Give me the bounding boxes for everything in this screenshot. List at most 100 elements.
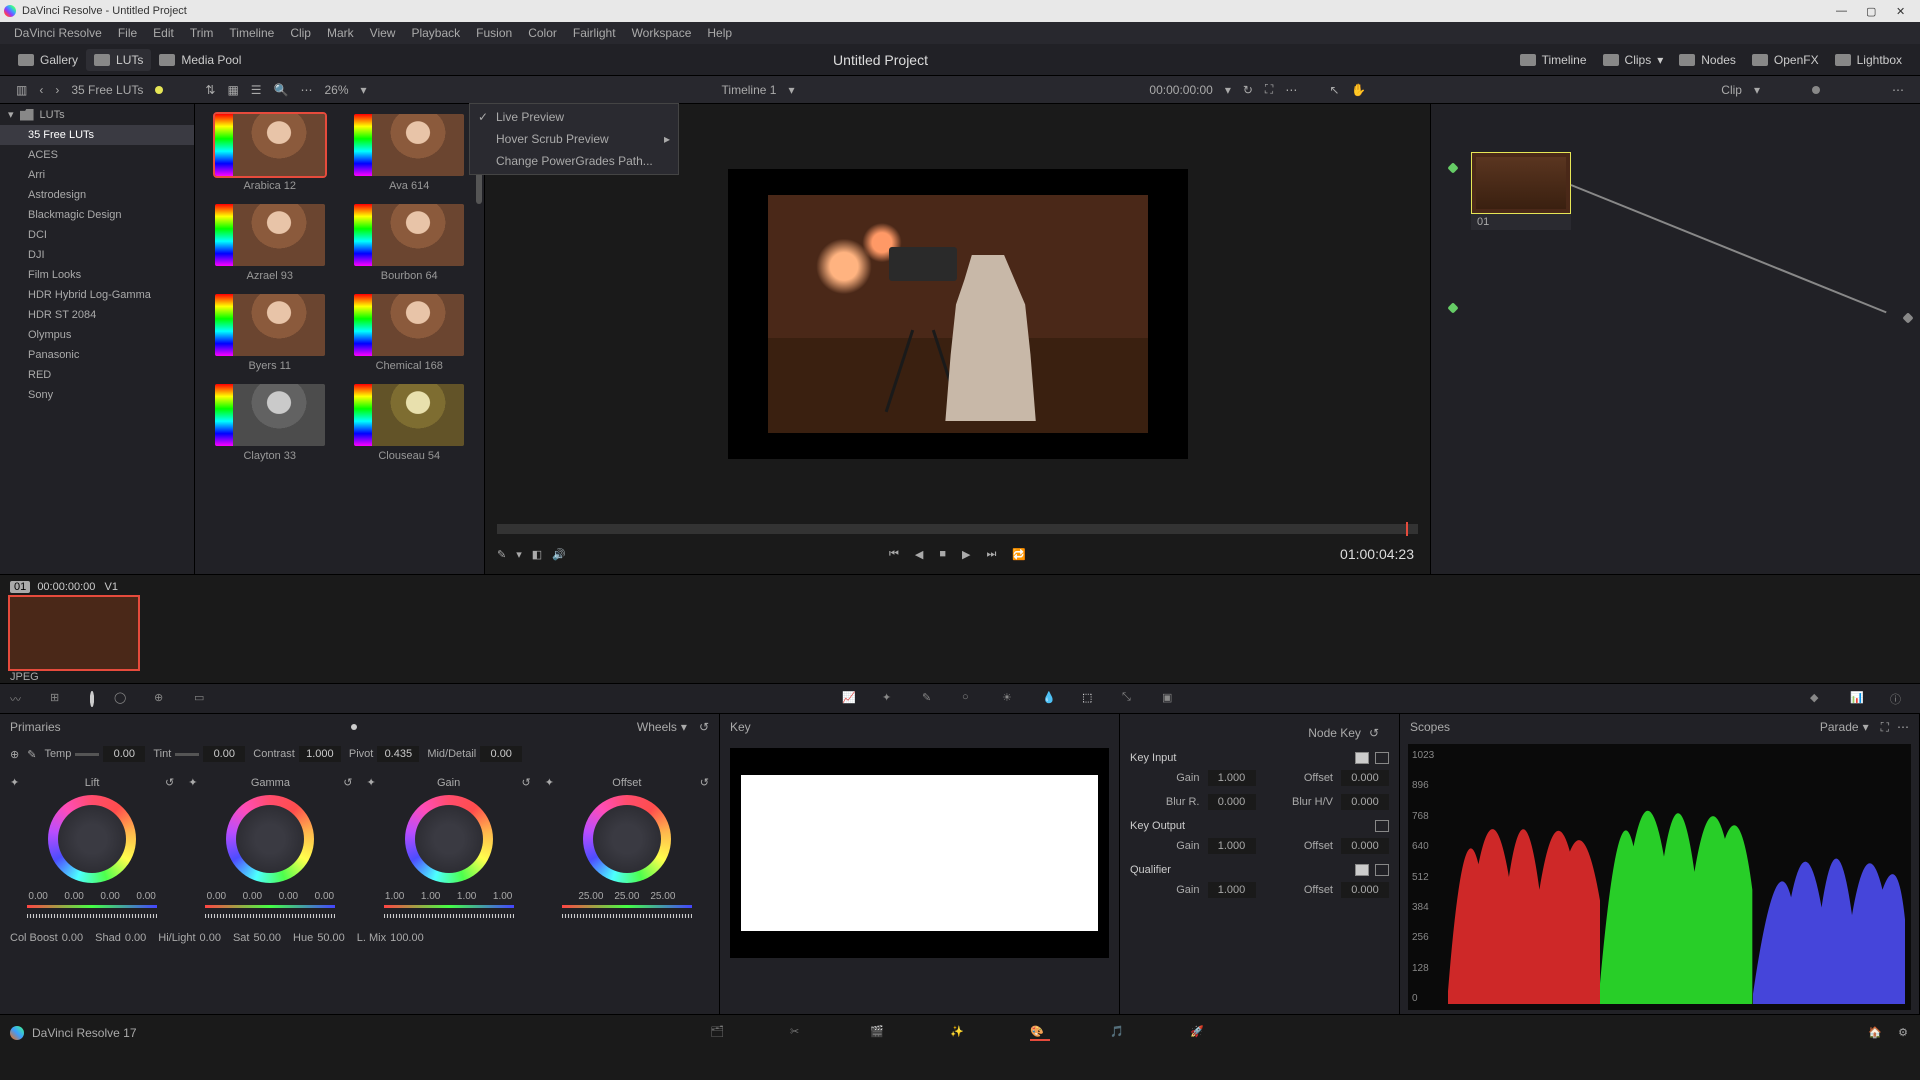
keyframe-icon[interactable]: ◆ [1810, 691, 1830, 707]
lut-tree-item[interactable]: HDR Hybrid Log-Gamma [0, 285, 194, 305]
lut-item[interactable]: Clouseau 54 [349, 384, 471, 462]
lut-tree-item[interactable]: Blackmagic Design [0, 205, 194, 225]
3d-icon[interactable]: ▣ [1162, 691, 1182, 707]
lut-tree-item[interactable]: DJI [0, 245, 194, 265]
lut-tree-item[interactable]: Astrodesign [0, 185, 194, 205]
menu-live-preview[interactable]: Live Preview [470, 106, 678, 128]
tracking-icon[interactable]: ⊕ [154, 691, 174, 707]
wheel-value[interactable]: 0.00 [237, 891, 267, 902]
chevron-down-icon[interactable]: ▾ [681, 720, 687, 734]
master-wheel[interactable] [562, 914, 692, 918]
wheel-value[interactable]: 25.00 [576, 891, 606, 902]
wipe-icon[interactable]: ◧ [532, 548, 542, 561]
wheel-value[interactable]: 0.00 [59, 891, 89, 902]
wheel-value[interactable]: 1.00 [380, 891, 410, 902]
node[interactable]: 01 [1471, 152, 1571, 230]
minimize-button[interactable]: — [1836, 5, 1848, 17]
gallery-button[interactable]: Gallery [10, 49, 86, 71]
lut-item[interactable]: Bourbon 64 [349, 204, 471, 282]
fairlight-page-icon[interactable]: 🎵 [1110, 1025, 1130, 1041]
lut-tree-item[interactable]: ACES [0, 145, 194, 165]
menu-playback[interactable]: Playback [403, 26, 468, 40]
picker-icon[interactable]: ✎ [497, 548, 506, 561]
tracker-icon[interactable]: ☀ [1002, 691, 1022, 707]
qualifier2-icon[interactable]: ✎ [922, 691, 942, 707]
play-button[interactable]: ▶ [962, 548, 970, 561]
qualifier-icon[interactable] [90, 693, 94, 705]
master-wheel[interactable] [27, 914, 157, 918]
key-gain2[interactable]: 1.000 [1208, 838, 1256, 854]
target-icon[interactable]: ✦ [367, 776, 376, 789]
viewer-timecode[interactable]: 00:00:00:00 [1143, 83, 1218, 97]
timeline-name[interactable]: Timeline 1 [716, 83, 783, 97]
q-invert-icon[interactable] [1375, 864, 1389, 876]
wheel-value[interactable]: 0.00 [131, 891, 161, 902]
color-wheel[interactable] [48, 795, 136, 883]
color-page-icon[interactable]: 🎨 [1030, 1025, 1050, 1041]
info-icon[interactable]: ⓘ [1890, 691, 1910, 707]
lut-item[interactable]: Chemical 168 [349, 294, 471, 372]
invert-icon[interactable] [1375, 752, 1389, 764]
matte-icon[interactable] [1355, 752, 1369, 764]
node-output-icon[interactable] [1902, 312, 1913, 323]
timeline-button[interactable]: Timeline [1512, 49, 1595, 71]
lut-tree-item[interactable]: 35 Free LUTs [0, 125, 194, 145]
viewer-scrubber[interactable] [497, 524, 1418, 534]
hue-value[interactable]: 50.00 [317, 932, 345, 944]
lut-item[interactable]: Byers 11 [209, 294, 331, 372]
reset-icon[interactable]: ↺ [699, 720, 709, 734]
blur-icon[interactable]: 💧 [1042, 691, 1062, 707]
chevron-down-icon[interactable]: ▾ [782, 83, 800, 97]
zoom-level[interactable]: 26% [319, 83, 355, 97]
chevron-down-icon[interactable]: ▾ [1748, 83, 1766, 97]
list-view-icon[interactable]: ☰ [245, 83, 268, 97]
key-offset2[interactable]: 0.000 [1341, 838, 1389, 854]
menu-view[interactable]: View [362, 26, 404, 40]
nav-fwd-icon[interactable]: › [49, 83, 65, 97]
loop-button[interactable]: 🔁 [1012, 548, 1026, 561]
wheels-mode[interactable]: Wheels [637, 720, 677, 734]
sidebar-toggle-icon[interactable]: ▥ [10, 83, 33, 97]
wheel-value[interactable]: 0.00 [273, 891, 303, 902]
lut-item[interactable]: Clayton 33 [209, 384, 331, 462]
menu-clip[interactable]: Clip [282, 26, 319, 40]
color-wheel[interactable] [405, 795, 493, 883]
wheel-value[interactable]: 0.00 [201, 891, 231, 902]
lut-tree-item[interactable]: Panasonic [0, 345, 194, 365]
chevron-down-icon[interactable]: ▾ [355, 83, 373, 97]
reset-icon[interactable]: ↺ [1369, 726, 1379, 740]
lut-tree-item[interactable]: Olympus [0, 325, 194, 345]
media-page-icon[interactable]: 🗂 [710, 1025, 730, 1041]
last-frame-button[interactable]: ⏭ [986, 548, 996, 561]
stop-button[interactable]: ■ [939, 548, 946, 560]
key-offset3[interactable]: 0.000 [1341, 882, 1389, 898]
audio-icon[interactable]: 🔊 [552, 548, 566, 561]
reset-icon[interactable]: ↺ [700, 776, 709, 789]
expand-icon[interactable]: ⛶ [1259, 82, 1279, 97]
scopes-mode[interactable]: Parade [1820, 720, 1859, 734]
temp-value[interactable]: 0.00 [103, 746, 145, 762]
node-input-icon[interactable] [1447, 162, 1458, 173]
target-icon[interactable]: ✦ [10, 776, 19, 789]
lut-item[interactable]: Ava 614 [349, 114, 471, 192]
search-icon[interactable]: 🔍 [268, 83, 295, 97]
lut-tree-item[interactable]: Sony [0, 385, 194, 405]
warper2-icon[interactable]: ✦ [882, 691, 902, 707]
luts-button[interactable]: LUTs [86, 49, 151, 71]
wheel-value[interactable]: 0.00 [309, 891, 339, 902]
refresh-icon[interactable]: ↻ [1237, 83, 1259, 97]
lightbox-button[interactable]: Lightbox [1827, 49, 1910, 71]
lut-tree-item[interactable]: Film Looks [0, 265, 194, 285]
color-wheel[interactable] [583, 795, 671, 883]
menu-color[interactable]: Color [520, 26, 565, 40]
viewer-options-icon[interactable]: ⋯ [1279, 83, 1303, 97]
sat-value[interactable]: 50.00 [253, 932, 281, 944]
media-pool-button[interactable]: Media Pool [151, 49, 249, 71]
menu-fairlight[interactable]: Fairlight [565, 26, 624, 40]
lut-item[interactable]: Arabica 12 [209, 114, 331, 192]
menu-app[interactable]: DaVinci Resolve [6, 26, 110, 40]
clips-button[interactable]: Clips▾ [1595, 49, 1672, 71]
curves-icon[interactable]: 〰 [10, 691, 30, 707]
picker-icon[interactable]: ✎ [27, 748, 36, 761]
shad-value[interactable]: 0.00 [125, 932, 146, 944]
